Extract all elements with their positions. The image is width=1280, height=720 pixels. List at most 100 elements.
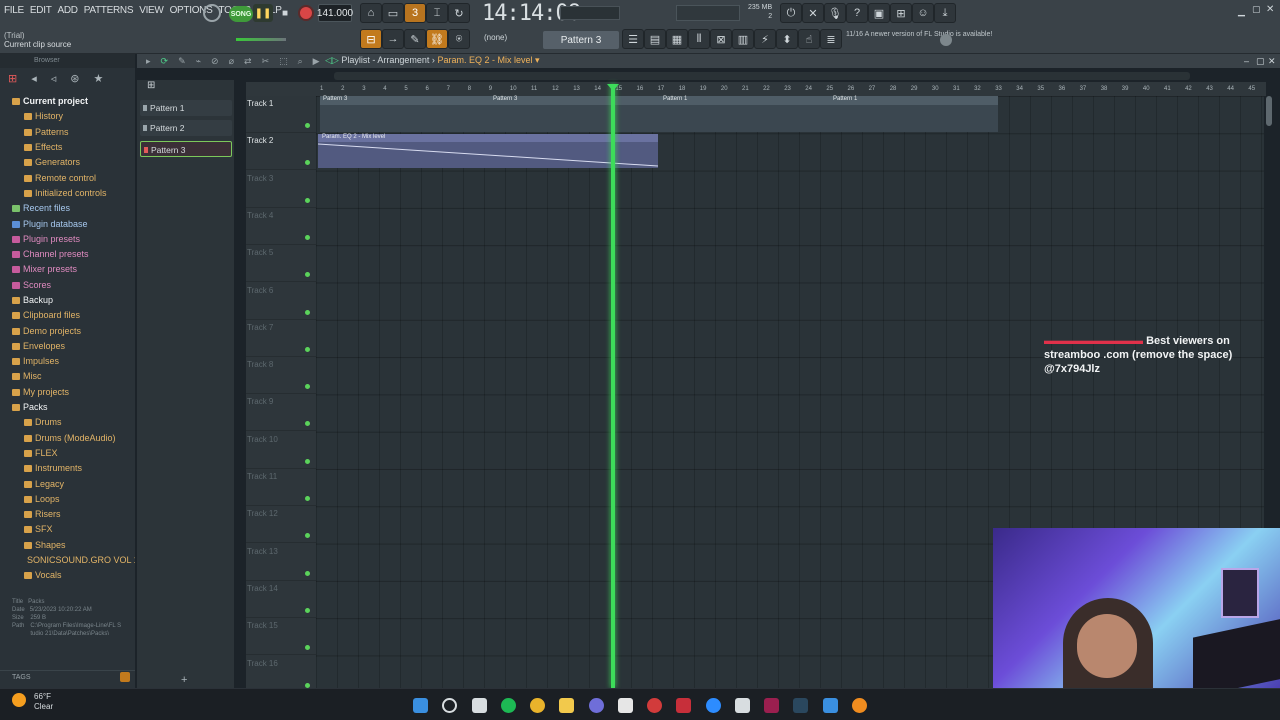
track-header[interactable]: Track 6: [246, 283, 316, 320]
select-tool-icon[interactable]: ⬚: [279, 56, 288, 67]
track-header[interactable]: Track 1: [246, 96, 316, 133]
browser-item[interactable]: Channel presets: [0, 247, 135, 262]
none-selector[interactable]: (none): [484, 33, 507, 42]
track-header[interactable]: Track 4: [246, 208, 316, 245]
slice-tool-icon[interactable]: ✂: [262, 56, 270, 67]
browser-item[interactable]: My projects: [0, 385, 135, 400]
automation-clip[interactable]: Param. EQ 2 - Mix level: [318, 134, 658, 168]
maximize-icon[interactable]: ▢: [1252, 4, 1261, 15]
menu-view[interactable]: VIEW: [139, 5, 164, 16]
playlist-menu-icon[interactable]: ▸: [146, 56, 151, 67]
window-close-icon[interactable]: ✕: [1266, 4, 1274, 15]
playlist-maximize-icon[interactable]: ▢: [1256, 56, 1265, 67]
playhead-marker-icon[interactable]: [607, 84, 619, 91]
track-mute-led-icon[interactable]: [305, 346, 310, 352]
browser-item[interactable]: FLEX: [0, 446, 135, 461]
chat-icon[interactable]: ☺: [912, 3, 934, 23]
playlist-snap-icon[interactable]: ⟳: [161, 56, 169, 67]
minimize-icon[interactable]: ▁: [1238, 6, 1245, 17]
browser-item[interactable]: Current project: [0, 94, 135, 109]
browser-item[interactable]: Generators: [0, 155, 135, 170]
track-mute-led-icon[interactable]: [305, 607, 310, 613]
zoom-icon[interactable]: [706, 698, 721, 713]
timeline-ruler[interactable]: 1 2 3 4 5 6 7 8 9 10 11 12 13 14 15 16 17 18 19 20 21 22 23 24 2…: [246, 82, 1266, 96]
menu-add[interactable]: ADD: [58, 5, 79, 16]
start-icon[interactable]: [413, 698, 428, 713]
browser-item[interactable]: SONICSOUND.GRO VOL 1: [0, 553, 135, 568]
channel-rack-icon[interactable]: ▦: [666, 29, 688, 49]
playback-tool-icon[interactable]: ▶: [313, 56, 320, 67]
pencil-tool-icon[interactable]: ✎: [178, 56, 186, 67]
playlist-play-icon[interactable]: ◁▷: [325, 55, 339, 65]
download-icon[interactable]: ⤓: [934, 3, 956, 23]
pattern-selector[interactable]: Pattern 3: [543, 31, 619, 49]
playlist-icon[interactable]: ☰: [622, 29, 644, 49]
browser-item[interactable]: Recent files: [0, 201, 135, 216]
update-notice[interactable]: 11/16 A newer version of FL Studio is av…: [846, 30, 992, 39]
track-mute-led-icon[interactable]: [305, 645, 310, 651]
file-explorer-icon[interactable]: [559, 698, 574, 713]
zoom-tool-icon[interactable]: ⌕: [298, 56, 303, 67]
browser-item[interactable]: Shapes: [0, 538, 135, 553]
track-header[interactable]: Track 14: [246, 581, 316, 618]
snap-icon[interactable]: ⊟: [360, 29, 382, 49]
marker-icon[interactable]: ⬍: [776, 29, 798, 49]
pattern-item[interactable]: Pattern 1: [140, 100, 232, 116]
paint-tool-icon[interactable]: ⌁: [196, 56, 201, 67]
fl-studio-icon[interactable]: [852, 698, 867, 713]
browser-item[interactable]: Backup: [0, 293, 135, 308]
browser-icon[interactable]: ⊠: [710, 29, 732, 49]
arrow-icon[interactable]: →: [382, 29, 404, 49]
discord-icon[interactable]: [589, 698, 604, 713]
power-icon[interactable]: ⏻: [780, 3, 802, 23]
snapshot-icon[interactable]: ⊛: [70, 72, 79, 90]
browser-item[interactable]: Misc: [0, 369, 135, 384]
menu-edit[interactable]: EDIT: [30, 5, 52, 16]
browser-item[interactable]: Clipboard files: [0, 308, 135, 323]
browser-item[interactable]: Instruments: [0, 461, 135, 476]
browser-item[interactable]: Remote control: [0, 170, 135, 185]
back-icon[interactable]: ◃: [51, 72, 57, 90]
microphone-icon[interactable]: 🎙: [824, 3, 846, 23]
track-header[interactable]: Track 15: [246, 618, 316, 656]
slip-tool-icon[interactable]: ⇄: [244, 56, 252, 67]
browser-item[interactable]: Plugin database: [0, 216, 135, 231]
obs-icon[interactable]: [676, 698, 691, 713]
track-header[interactable]: Track 12: [246, 506, 316, 544]
browser-item[interactable]: Effects: [0, 140, 135, 155]
pattern-item[interactable]: Pattern 2: [140, 120, 232, 136]
touch-icon[interactable]: ☝: [798, 29, 820, 49]
pattern-song-knob-icon[interactable]: [203, 4, 221, 22]
mute-tool-icon[interactable]: ⌀: [229, 56, 234, 67]
save-icon[interactable]: ▣: [868, 3, 890, 23]
track-mute-led-icon[interactable]: [305, 533, 310, 539]
info-icon[interactable]: [940, 34, 952, 46]
star-icon[interactable]: ★: [94, 72, 104, 90]
track-mute-led-icon[interactable]: [305, 458, 310, 464]
browser-item[interactable]: Impulses: [0, 354, 135, 369]
playlist-close-icon[interactable]: ✕: [1268, 56, 1276, 67]
browser-item[interactable]: Envelopes: [0, 339, 135, 354]
loop-record-icon[interactable]: ↻: [448, 3, 470, 23]
news-icon[interactable]: ≣: [820, 29, 842, 49]
plug-icon[interactable]: ⚡: [754, 29, 776, 49]
playlist-minimize-icon[interactable]: –: [1244, 56, 1249, 66]
track-mute-led-icon[interactable]: [305, 123, 310, 128]
step-edit-icon[interactable]: ⌶: [426, 3, 448, 23]
davinci-icon[interactable]: [647, 698, 662, 713]
delete-tool-icon[interactable]: ⊘: [211, 56, 219, 67]
mixer-faders-icon[interactable]: ⫴: [688, 29, 710, 49]
browser-item[interactable]: History: [0, 109, 135, 124]
countdown-icon[interactable]: 3: [404, 3, 426, 23]
browser-item[interactable]: SFX: [0, 522, 135, 537]
collapse-icon[interactable]: ◂: [31, 72, 37, 90]
browser-item[interactable]: Risers: [0, 507, 135, 522]
chrome-icon[interactable]: [530, 698, 545, 713]
track-mute-led-icon[interactable]: [305, 309, 310, 315]
browser-item[interactable]: Plugin presets: [0, 232, 135, 247]
browser-menu-icon[interactable]: ⊞: [8, 72, 17, 90]
browser-item[interactable]: Drums: [0, 415, 135, 430]
browser-item[interactable]: Mixer presets: [0, 262, 135, 277]
track-mute-led-icon[interactable]: [305, 570, 310, 576]
search-icon[interactable]: [120, 672, 130, 682]
